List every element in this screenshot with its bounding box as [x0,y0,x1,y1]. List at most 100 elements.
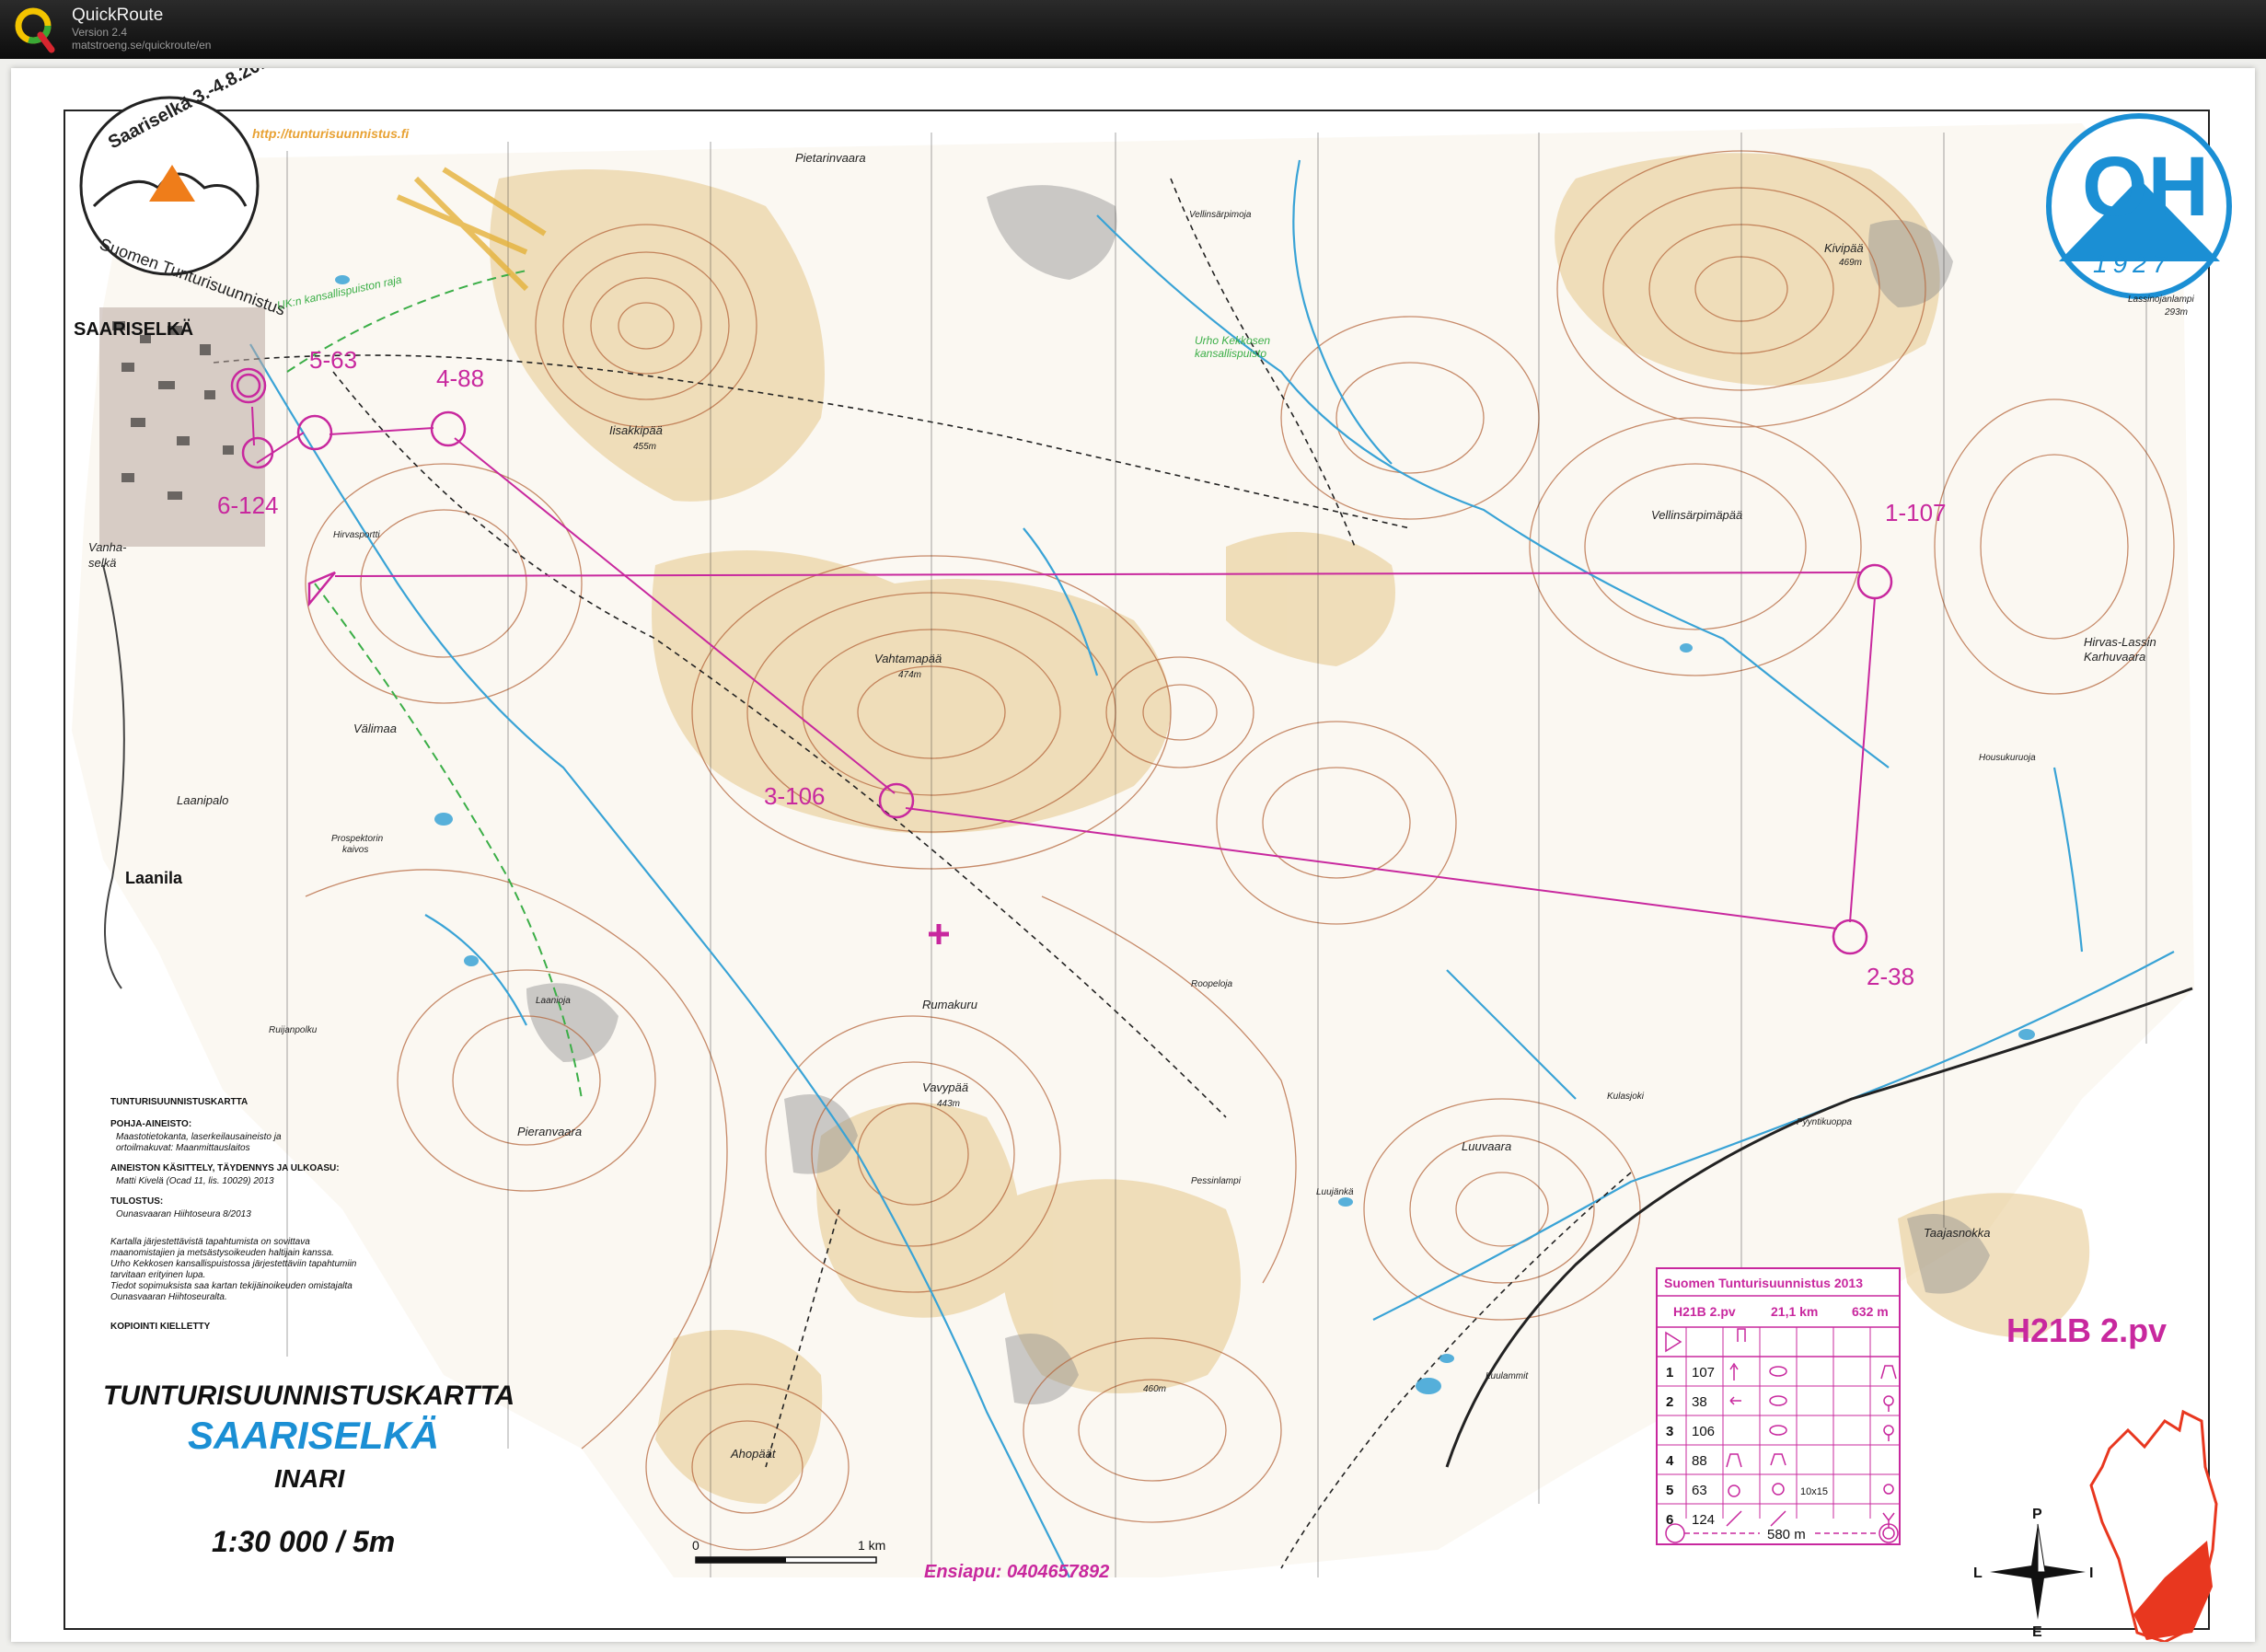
description-course: H21B 2.pv [1673,1304,1736,1319]
place-name: Kulasjoki [1607,1092,1645,1102]
map-viewport[interactable]: Saariselkä 3.-4.8.2013 Suomen Tunturisuu… [0,59,2266,1652]
description-number: 4 [1666,1453,1674,1469]
place-name: Luuvaara [1462,1139,1511,1153]
legend-line: Ounasvaaran Hiihtoseuralta. [110,1292,227,1302]
control-label: 2-38 [1867,963,1914,990]
legend-line: POHJA-AINEISTO: [110,1119,191,1129]
description-number: 5 [1666,1483,1673,1498]
description-code: 106 [1692,1424,1715,1439]
legend-line: Kartalla järjestettävistä tapahtumista o… [110,1237,310,1247]
place-name: Laanipalo [177,793,228,807]
control-label: 6-124 [217,491,279,519]
map-title-block: TUNTURISUUNNISTUSKARTTA SAARISELKÄ INARI… [103,1381,514,1558]
place-name: Lassinojanlampi [2128,295,2194,305]
compass-w: L [1973,1565,1983,1581]
place-name: Iisakkipää [609,423,663,437]
place-name: kansallispuisto [1195,347,1266,360]
quickroute-logo-icon [15,7,55,53]
legend-line: ortoilmakuvat: Maanmittauslaitos [116,1143,250,1153]
description-event: Suomen Tunturisuunnistus 2013 [1664,1276,1863,1290]
app-url[interactable]: matstroeng.se/quickroute/en [72,39,211,52]
place-name: Laanioja [536,996,571,1006]
legend-line: TULOSTUS: [110,1196,163,1207]
place-name: Housukuruoja [1979,753,2036,763]
club-logo: OH 1927 [2046,113,2232,299]
place-name: Vavypää [922,1080,968,1094]
place-name: Pyyntikuoppa [1797,1117,1852,1127]
place-name: Vellinsärpimoja [1189,210,1252,220]
legend-line: KOPIOINTI KIELLETTY [110,1322,211,1332]
place-name: Prospektorin [331,834,384,844]
map-sheet: Saariselkä 3.-4.8.2013 Suomen Tunturisuu… [11,68,2255,1642]
description-finish: 580 m [1767,1527,1806,1542]
description-code: 38 [1692,1394,1707,1410]
place-name: Karhuvaara [2084,650,2145,664]
place-name: Vahtamapää [874,652,942,665]
compass-n: P [2032,1507,2042,1522]
compass-e: I [2089,1565,2093,1581]
legend-heading: TUNTURISUUNNISTUSKARTTA [110,1097,248,1107]
place-name: Vellinsärpimäpää [1651,508,1742,522]
place-name: Roopeloja [1191,979,1232,989]
place-name: SAARISELKÄ [74,318,193,340]
title-line3: INARI [274,1464,345,1493]
description-number: 1 [1666,1365,1673,1381]
place-name: 460m [1143,1384,1166,1394]
place-name: Rumakuru [922,998,977,1011]
description-number: 2 [1666,1394,1673,1410]
app-version: Version 2.4 [72,26,128,39]
place-name: Pieranvaara [517,1125,582,1138]
legend-line: tarvitaan erityinen lupa. [110,1270,205,1280]
description-dimension: 10x15 [1800,1486,1828,1497]
title-bar: QuickRoute Version 2.4 matstroeng.se/qui… [0,0,2266,59]
place-name: Laanila [125,869,183,887]
description-climb: 632 m [1852,1304,1889,1319]
title-line2: SAARISELKÄ [188,1414,439,1457]
description-code: 63 [1692,1483,1707,1498]
club-logo-letters: OH [2082,140,2209,234]
place-name: 443m [937,1099,960,1109]
emergency-phone: Ensiapu: 0404657892 [924,1562,1109,1582]
description-number: 3 [1666,1424,1673,1439]
app-title: QuickRoute [72,6,164,25]
scale-bar-start: 0 [692,1538,699,1553]
place-name: Luujänkä [1316,1187,1354,1197]
compass-rose: P E L I [1973,1507,2093,1640]
place-name: Kivipää [1824,241,1864,255]
legend-line: Ounasvaaran Hiihtoseura 8/2013 [116,1209,251,1219]
place-name: Ahopäät [730,1447,777,1461]
legend-line: Matti Kivelä (Ocad 11, lis. 10029) 2013 [116,1176,274,1186]
description-length: 21,1 km [1771,1304,1818,1319]
place-name: 474m [898,670,921,680]
control-label: 4-88 [436,364,484,392]
place-name: Välimaa [353,722,397,735]
legend-line: Urho Kekkosen kansallispuistossa järjest… [110,1259,357,1269]
place-name: 469m [1839,258,1862,268]
description-code: 88 [1692,1453,1707,1469]
description-code: 124 [1692,1512,1715,1528]
place-name: selkä [88,556,116,570]
description-code: 107 [1692,1365,1715,1381]
club-logo-year: 1927 [2093,249,2172,278]
legend-line: maanomistajien ja metsästysoikeuden halt… [110,1248,334,1258]
orienteering-map[interactable]: Saariselkä 3.-4.8.2013 Suomen Tunturisuu… [11,68,2255,1642]
control-label: 5-63 [309,346,357,374]
place-name: Hirvas-Lassin [2084,635,2156,649]
place-name: Hirvasportti [333,530,380,540]
place-name: Urho Kekkosen [1195,334,1270,347]
legend-line: Tiedot sopimuksista saa kartan tekijäino… [110,1281,353,1291]
place-name: Luulammit [1486,1371,1529,1381]
place-name: Vanha- [88,540,127,554]
compass-s: E [2032,1624,2042,1640]
title-line1: TUNTURISUUNNISTUSKARTTA [103,1381,514,1411]
control-label: 3-106 [764,782,826,810]
title-scale: 1:30 000 / 5m [212,1525,395,1558]
control-description-sheet: Suomen Tunturisuunnistus 2013 H21B 2.pv … [1656,1267,1901,1545]
scale-bar-end: 1 km [858,1538,885,1553]
course-name: H21B 2.pv [2006,1311,2167,1349]
legend-line: Maastotietokanta, laserkeilausaineisto j… [116,1132,282,1142]
place-name: 293m [2164,307,2188,318]
legend-line: AINEISTON KÄSITTELY, TÄYDENNYS JA ULKOAS… [110,1161,340,1173]
place-name: Taajasnokka [1924,1226,1991,1240]
place-name: kaivos [342,845,368,855]
